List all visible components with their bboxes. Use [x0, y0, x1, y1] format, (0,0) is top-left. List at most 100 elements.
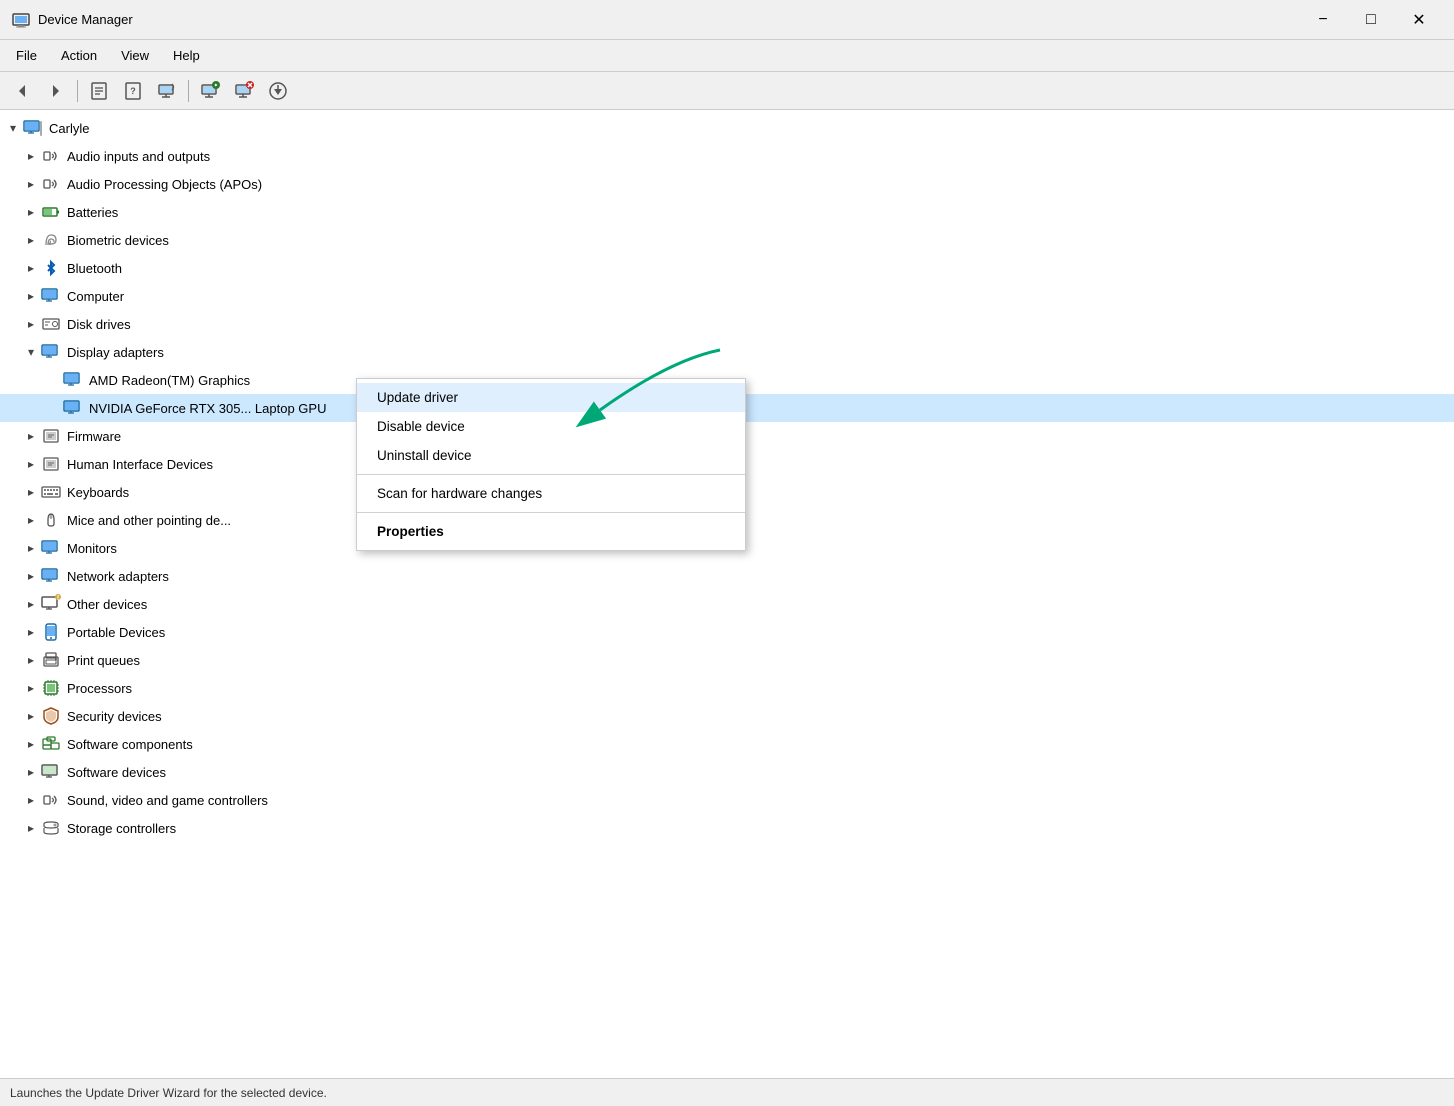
root-expander[interactable]: [4, 119, 22, 137]
sw-components-label: Software components: [67, 737, 193, 752]
print-label: Print queues: [67, 653, 140, 668]
portable-expander[interactable]: [22, 623, 40, 641]
network-expander[interactable]: [22, 567, 40, 585]
processors-expander[interactable]: [22, 679, 40, 697]
tree-item-sound[interactable]: Sound, video and game controllers: [0, 786, 1454, 814]
sound-expander[interactable]: [22, 791, 40, 809]
amd-gpu-icon: [62, 369, 84, 391]
batteries-icon: [40, 201, 62, 223]
processors-label: Processors: [67, 681, 132, 696]
nvidia-gpu-expander: [44, 399, 62, 417]
context-menu-uninstall-device[interactable]: Uninstall device: [357, 441, 745, 470]
menu-bar: File Action View Help: [0, 40, 1454, 72]
hid-label: Human Interface Devices: [67, 457, 213, 472]
minimize-button[interactable]: −: [1300, 4, 1346, 36]
disk-label: Disk drives: [67, 317, 131, 332]
audio-io-expander[interactable]: [22, 147, 40, 165]
context-menu-sep-1: [357, 474, 745, 475]
title-bar: Device Manager − □ ✕: [0, 0, 1454, 40]
monitors-expander[interactable]: [22, 539, 40, 557]
tree-item-print[interactable]: Print queues: [0, 646, 1454, 674]
menu-action[interactable]: Action: [49, 44, 109, 67]
download-button[interactable]: [262, 76, 294, 106]
tree-item-processors[interactable]: Processors: [0, 674, 1454, 702]
nvidia-gpu-icon: [62, 397, 84, 419]
toolbar-sep-1: [77, 80, 78, 102]
firmware-label: Firmware: [67, 429, 121, 444]
audio-apo-icon: [40, 173, 62, 195]
storage-expander[interactable]: [22, 819, 40, 837]
back-button[interactable]: [6, 76, 38, 106]
disk-expander[interactable]: [22, 315, 40, 333]
svg-text:?: ?: [130, 86, 136, 96]
display-expander[interactable]: [22, 343, 40, 361]
scan-button[interactable]: [151, 76, 183, 106]
tree-item-biometric[interactable]: Biometric devices: [0, 226, 1454, 254]
menu-help[interactable]: Help: [161, 44, 212, 67]
storage-label: Storage controllers: [67, 821, 176, 836]
sw-devices-label: Software devices: [67, 765, 166, 780]
other-expander[interactable]: [22, 595, 40, 613]
monitors-icon: [40, 537, 62, 559]
network-icon: [40, 565, 62, 587]
context-menu-update-driver[interactable]: Update driver: [357, 383, 745, 412]
tree-view[interactable]: Carlyle Audio inputs and outputs: [0, 110, 1454, 1078]
tree-item-batteries[interactable]: Batteries: [0, 198, 1454, 226]
menu-view[interactable]: View: [109, 44, 161, 67]
uninstall-button[interactable]: [228, 76, 260, 106]
context-menu-scan-hardware[interactable]: Scan for hardware changes: [357, 479, 745, 508]
context-menu-sep-2: [357, 512, 745, 513]
security-expander[interactable]: [22, 707, 40, 725]
tree-item-network[interactable]: Network adapters: [0, 562, 1454, 590]
menu-file[interactable]: File: [4, 44, 49, 67]
audio-apo-expander[interactable]: [22, 175, 40, 193]
title-controls: − □ ✕: [1300, 4, 1442, 36]
sw-components-expander[interactable]: [22, 735, 40, 753]
computer-expander[interactable]: [22, 287, 40, 305]
svg-text:!: !: [57, 595, 59, 602]
close-button[interactable]: ✕: [1396, 4, 1442, 36]
tree-item-other[interactable]: ! Other devices: [0, 590, 1454, 618]
monitors-label: Monitors: [67, 541, 117, 556]
hid-expander[interactable]: [22, 455, 40, 473]
firmware-expander[interactable]: [22, 427, 40, 445]
mice-expander[interactable]: [22, 511, 40, 529]
keyboards-expander[interactable]: [22, 483, 40, 501]
tree-item-audio-io[interactable]: Audio inputs and outputs: [0, 142, 1454, 170]
keyboards-label: Keyboards: [67, 485, 129, 500]
properties-button[interactable]: [83, 76, 115, 106]
tree-item-bluetooth[interactable]: Bluetooth: [0, 254, 1454, 282]
tree-item-security[interactable]: Security devices: [0, 702, 1454, 730]
mice-label: Mice and other pointing de...: [67, 513, 231, 528]
update-driver-toolbar-button[interactable]: ?: [117, 76, 149, 106]
context-menu-disable-device[interactable]: Disable device: [357, 412, 745, 441]
forward-button[interactable]: [40, 76, 72, 106]
app-icon: [12, 11, 30, 29]
status-bar: Launches the Update Driver Wizard for th…: [0, 1078, 1454, 1106]
storage-icon: [40, 817, 62, 839]
tree-item-audio-apo[interactable]: Audio Processing Objects (APOs): [0, 170, 1454, 198]
network-label: Network adapters: [67, 569, 169, 584]
hid-icon: [40, 453, 62, 475]
context-menu-properties[interactable]: Properties: [357, 517, 745, 546]
tree-item-computer[interactable]: Computer: [0, 282, 1454, 310]
amd-gpu-expander: [44, 371, 62, 389]
maximize-button[interactable]: □: [1348, 4, 1394, 36]
tree-item-portable[interactable]: Portable Devices: [0, 618, 1454, 646]
tree-root[interactable]: Carlyle: [0, 114, 1454, 142]
toolbar-sep-2: [188, 80, 189, 102]
enable-device-button[interactable]: [194, 76, 226, 106]
firmware-icon: [40, 425, 62, 447]
bluetooth-expander[interactable]: [22, 259, 40, 277]
tree-item-sw-components[interactable]: Software components: [0, 730, 1454, 758]
tree-item-storage[interactable]: Storage controllers: [0, 814, 1454, 842]
tree-item-sw-devices[interactable]: Software devices: [0, 758, 1454, 786]
biometric-expander[interactable]: [22, 231, 40, 249]
tree-item-display[interactable]: Display adapters: [0, 338, 1454, 366]
security-label: Security devices: [67, 709, 162, 724]
tree-item-disk[interactable]: Disk drives: [0, 310, 1454, 338]
print-expander[interactable]: [22, 651, 40, 669]
batteries-expander[interactable]: [22, 203, 40, 221]
sw-devices-expander[interactable]: [22, 763, 40, 781]
security-icon: [40, 705, 62, 727]
